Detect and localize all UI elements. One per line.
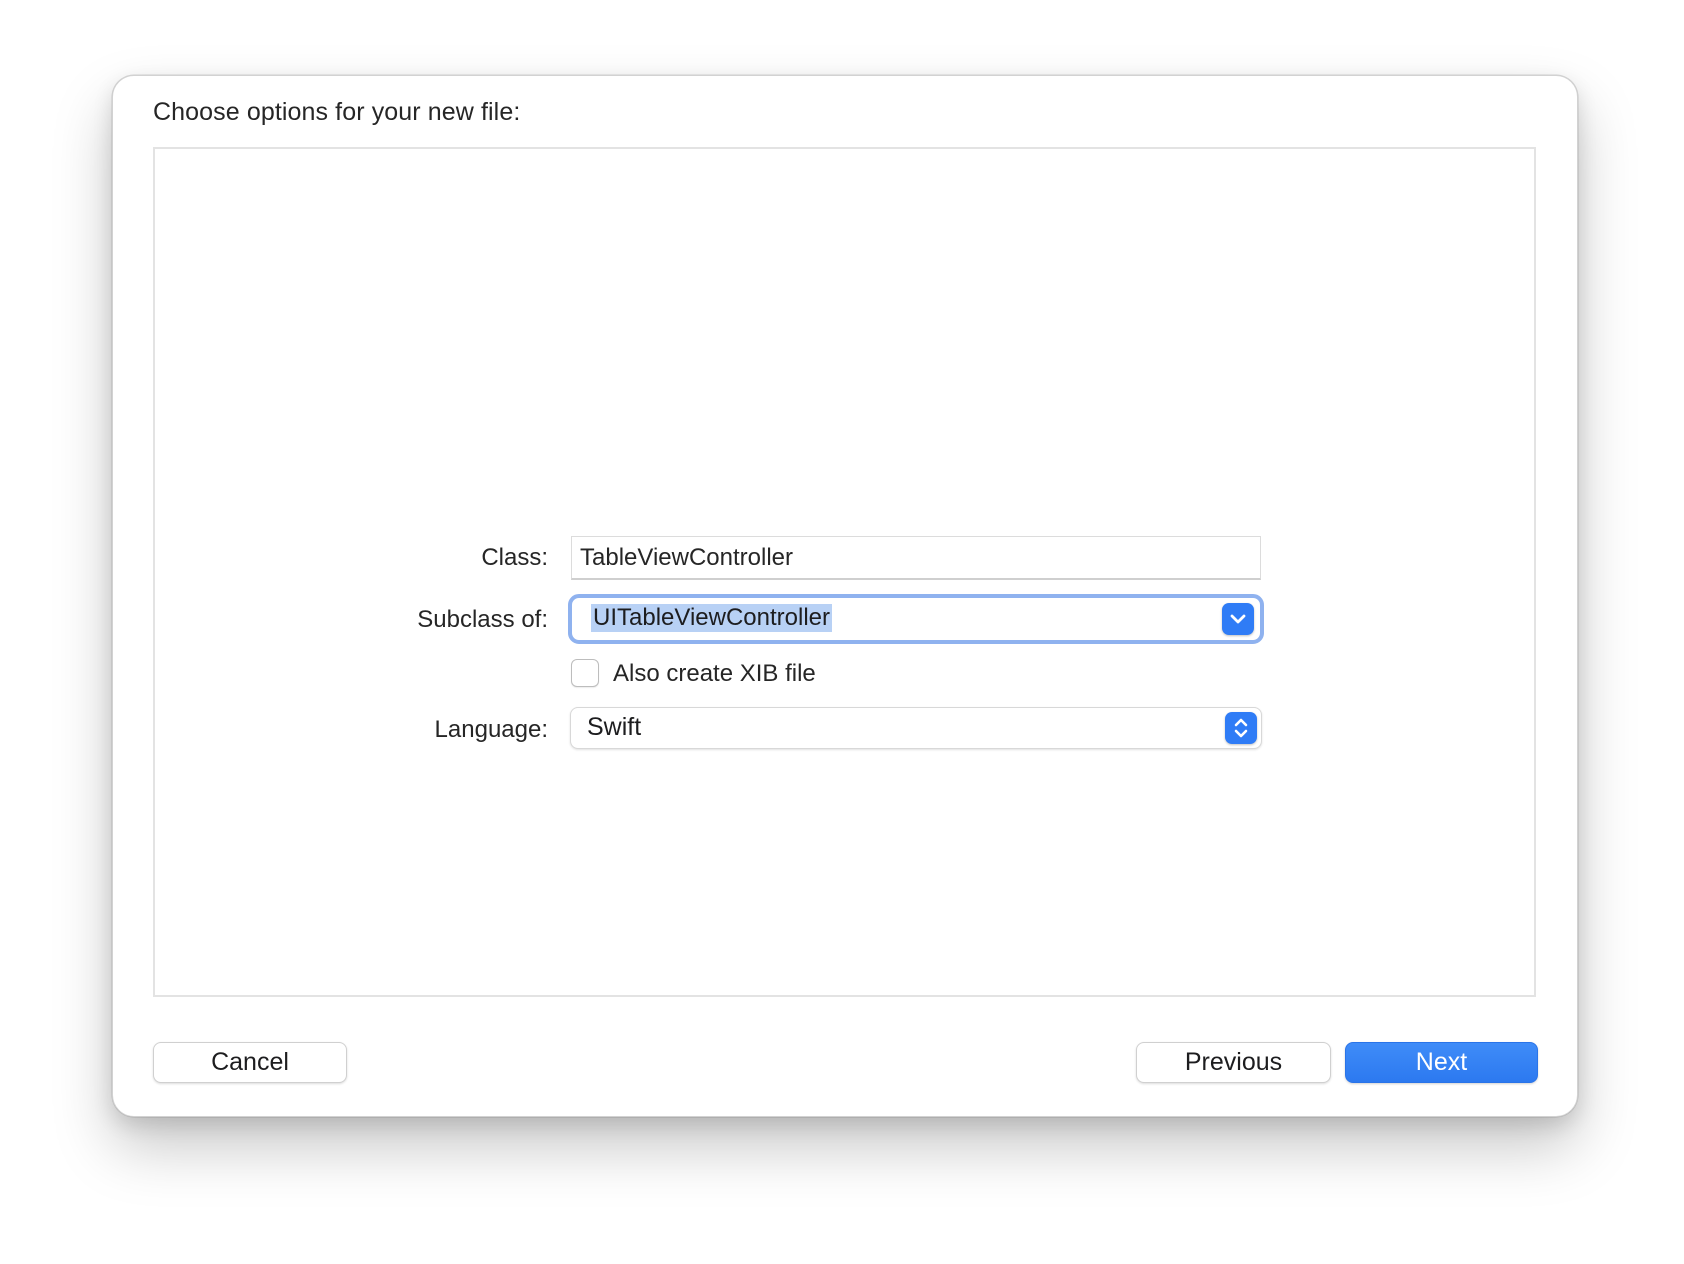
previous-button[interactable]: Previous bbox=[1136, 1042, 1331, 1083]
subclass-combobox[interactable]: UITableViewController bbox=[568, 594, 1264, 644]
dialog-title: Choose options for your new file: bbox=[153, 98, 521, 126]
language-popup[interactable]: Swift bbox=[570, 707, 1262, 749]
subclass-value[interactable]: UITableViewController bbox=[591, 604, 832, 632]
new-file-options-dialog: Choose options for your new file: Class:… bbox=[112, 75, 1578, 1117]
also-create-xib-label[interactable]: Also create XIB file bbox=[613, 660, 816, 688]
language-popup-button[interactable] bbox=[1225, 712, 1257, 744]
chevron-down-icon bbox=[1230, 614, 1246, 624]
class-name-value: TableViewController bbox=[580, 544, 793, 571]
subclass-label: Subclass of: bbox=[417, 606, 548, 633]
class-label: Class: bbox=[481, 544, 548, 571]
language-value: Swift bbox=[587, 713, 642, 741]
class-name-field[interactable]: TableViewController bbox=[571, 536, 1261, 580]
xib-row: Also create XIB file bbox=[155, 658, 1534, 690]
options-panel: Class: TableViewController Subclass of: … bbox=[153, 147, 1536, 997]
language-row: Language: Swift bbox=[155, 707, 1534, 749]
class-row: Class: TableViewController bbox=[155, 536, 1534, 580]
cancel-button[interactable]: Cancel bbox=[153, 1042, 347, 1083]
also-create-xib-checkbox[interactable] bbox=[571, 659, 599, 687]
language-label: Language: bbox=[434, 716, 548, 743]
subclass-row: Subclass of: UITableViewController bbox=[155, 594, 1534, 644]
subclass-dropdown-button[interactable] bbox=[1222, 603, 1254, 635]
next-button[interactable]: Next bbox=[1345, 1042, 1538, 1083]
up-down-chevron-icon bbox=[1234, 718, 1248, 738]
